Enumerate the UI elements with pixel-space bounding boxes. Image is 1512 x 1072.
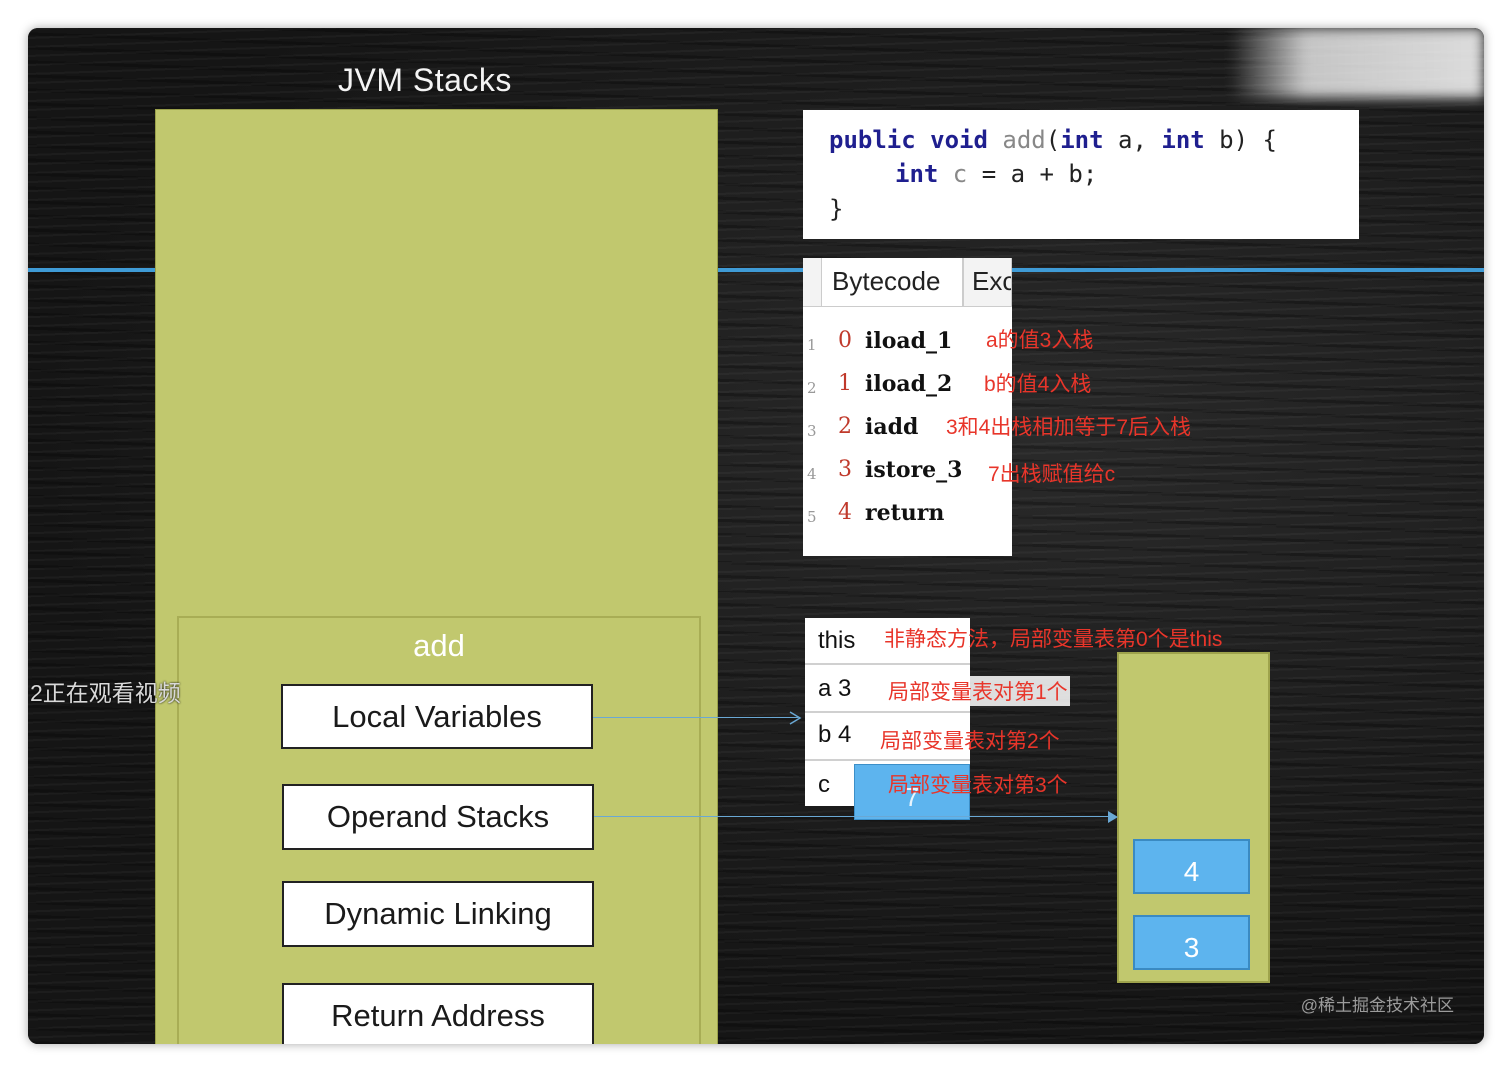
return-address-box: Return Address [282,983,594,1044]
bytecode-panel: Bytecode Exc 1 0 iload_1 2 1 iload_2 3 2 iadd … [803,258,1012,556]
bytecode-note: 7出栈赋值给c [988,463,1116,486]
bytecode-row: 1 0 iload_1 [807,328,953,354]
bytecode-note: b的值4入栈 [984,373,1092,396]
dynamic-linking-box: Dynamic Linking [282,881,594,947]
watermark: @稀土掘金技术社区 [1300,996,1454,1015]
bytecode-note: a的值3入栈 [986,329,1094,352]
viewer-count-overlay: 2正在观看视频 [30,680,181,706]
local-var-note: 非静态方法，局部变量表第0个是this [884,628,1223,651]
code-line-3: } [829,195,844,223]
bytecode-row: 4 3 istore_3 [807,457,963,483]
operand-stack-visual: 4 3 [1117,652,1270,983]
light-glare [1229,28,1484,98]
local-var-note: 局部变量表对第3个 [888,774,1068,797]
local-variables-box: Local Variables [281,684,593,749]
tab-bytecode[interactable]: Bytecode [821,258,963,306]
slide-frame: JVM Stacks add Local Variables Operand S… [28,28,1484,1044]
operand-stack-arrow [594,816,1112,817]
code-line-1: public void add(int a, int b) { [829,126,1277,154]
code-line-2: int c = a + b; [895,160,1098,188]
tab-exception[interactable]: Exc [963,258,1012,306]
operand-stack-item: 3 [1133,915,1250,970]
frame-label: add [413,628,465,663]
operand-stack-item: 4 [1133,839,1250,894]
local-vars-arrow [593,717,798,718]
arrow-head-icon [1108,811,1118,823]
source-code-panel: public void add(int a, int b) { int c = … [803,110,1359,239]
bytecode-tabbar: Bytecode Exc [803,258,1012,307]
bytecode-note: 3和4出栈相加等于7后入栈 [946,416,1192,439]
local-var-note: 局部变量表对第2个 [880,730,1060,753]
diagram-title: JVM Stacks [338,62,512,98]
divider-line-left [28,268,155,272]
operand-stacks-box: Operand Stacks [282,784,594,850]
bytecode-row: 2 1 iload_2 [807,371,953,397]
bytecode-row: 5 4 return [807,500,945,526]
local-var-note: 局部变量表对第1个 [886,676,1070,706]
arrow-head-icon [789,711,802,725]
